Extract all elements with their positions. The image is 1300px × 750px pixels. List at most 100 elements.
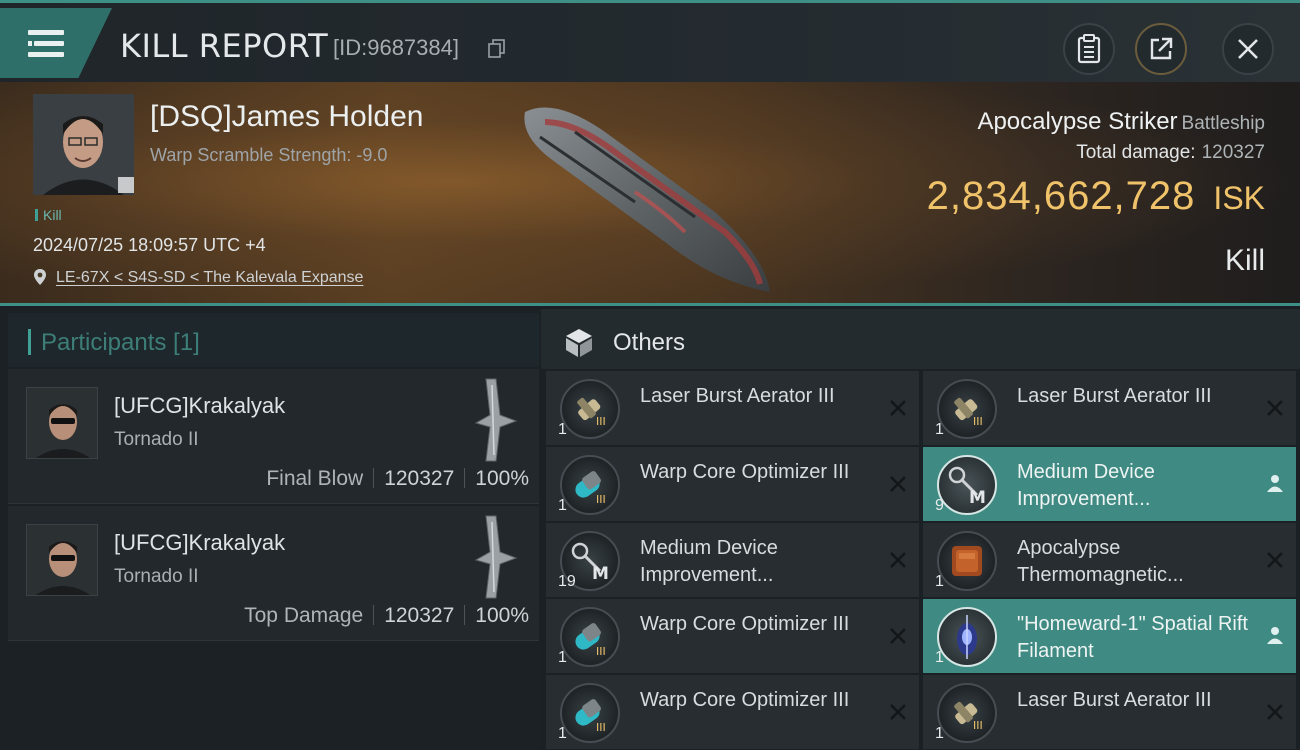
item-quantity: 1 — [935, 725, 944, 742]
item-slot[interactable]: M 19 Medium Device Improvement... — [546, 523, 919, 597]
warp-core-icon: III — [560, 455, 620, 515]
destroyed-x-icon — [1266, 551, 1284, 569]
copy-icon[interactable] — [488, 39, 506, 59]
participant-ship-icon — [474, 378, 518, 462]
participant-ship: Tornado II — [114, 429, 199, 450]
item-slot[interactable]: 1 Apocalypse Thermomagnetic... — [923, 523, 1296, 597]
warp-core-icon: III — [560, 607, 620, 667]
participant-avatar — [27, 525, 97, 595]
header-bar: KILL REPORT [ID:9687384] — [0, 0, 1300, 82]
item-slot[interactable]: III 1 Warp Core Optimizer III — [546, 447, 919, 521]
share-icon — [1150, 37, 1173, 60]
armor-plate-icon — [937, 531, 997, 591]
kill-result: Kill — [1224, 244, 1265, 277]
participant-ship-icon — [474, 515, 518, 599]
destroyed-x-icon — [1266, 703, 1284, 721]
item-name: "Homeward-1" Spatial Rift Filament — [1017, 613, 1248, 662]
item-slot[interactable]: III 1 Warp Core Optimizer III — [546, 599, 919, 673]
item-quantity: 1 — [558, 649, 567, 666]
cube-icon — [566, 329, 592, 357]
kill-id: [ID:9687384] — [333, 35, 459, 60]
item-name: Warp Core Optimizer III — [640, 689, 850, 711]
svg-text:III: III — [596, 645, 606, 658]
item-slot[interactable]: M 9 Medium Device Improvement... — [923, 447, 1296, 521]
participant-name[interactable]: [UFCG]Krakalyak — [114, 530, 285, 556]
warp-core-icon: III — [560, 683, 620, 743]
destroyed-x-icon — [889, 703, 907, 721]
filament-icon — [937, 607, 997, 667]
svg-text:III: III — [973, 415, 983, 428]
item-name: Medium Device Improvement... — [1017, 461, 1155, 510]
item-name: Apocalypse Thermomagnetic... — [1017, 537, 1184, 586]
others-title: Others — [613, 329, 686, 356]
total-damage: Total damage: 120327 — [1076, 142, 1265, 163]
menu-button[interactable] — [0, 8, 112, 78]
victim-ship-render — [524, 107, 770, 292]
victim-name[interactable]: [DSQ]James Holden — [150, 100, 423, 134]
item-name: Warp Core Optimizer III — [640, 613, 850, 635]
kill-timestamp: 2024/07/25 18:09:57 UTC +4 — [33, 235, 266, 255]
item-quantity: 1 — [558, 421, 567, 438]
item-quantity: 1 — [935, 649, 944, 666]
kill-tag: Kill — [35, 207, 62, 223]
participants-header[interactable]: Participants [1] — [8, 313, 539, 367]
participant-ship-art — [456, 375, 526, 465]
close-button[interactable] — [1222, 23, 1274, 75]
item-name: Laser Burst Aerator III — [640, 385, 835, 407]
item-quantity: 19 — [558, 573, 576, 590]
item-quantity: 1 — [935, 421, 944, 438]
participant-ship-art — [456, 512, 526, 602]
clipboard-icon — [1077, 34, 1101, 64]
participant-ship: Tornado II — [114, 566, 199, 587]
item-slot[interactable]: III 1 Warp Core Optimizer III — [546, 675, 919, 749]
item-name: Laser Burst Aerator III — [1017, 385, 1212, 407]
laser-icon: III — [937, 683, 997, 743]
share-button[interactable] — [1135, 23, 1187, 75]
kill-location-link[interactable]: LE-67X < S4S-SD < The Kalevala Expanse — [56, 269, 363, 287]
destroyed-x-icon — [889, 627, 907, 645]
item-quantity: 1 — [558, 497, 567, 514]
item-slot[interactable]: 1 "Homeward-1" Spatial Rift Filament — [923, 599, 1296, 673]
items-panel: Others III 1 Laser Burst Aerator III III… — [541, 309, 1300, 750]
item-slot[interactable]: III 1 Laser Burst Aerator III — [923, 371, 1296, 445]
clipboard-button[interactable] — [1063, 23, 1115, 75]
svg-text:M: M — [969, 488, 986, 508]
page-title: KILL REPORT — [120, 27, 329, 65]
device-icon: M — [937, 455, 997, 515]
person-icon — [1266, 625, 1284, 645]
participants-panel: Participants [1] [UFCG]Krakalyak Tornado… — [0, 309, 541, 750]
svg-text:III: III — [596, 493, 606, 506]
laser-icon: III — [560, 379, 620, 439]
svg-text:M: M — [592, 564, 609, 584]
info-badge-icon[interactable] — [118, 177, 134, 193]
participant-avatar — [27, 388, 97, 458]
participant-stats: Final Blow 120327 100% — [266, 467, 529, 490]
item-quantity: 1 — [935, 573, 944, 590]
person-icon — [1266, 473, 1284, 493]
victim-banner: [DSQ]James Holden Warp Scramble Strength… — [0, 82, 1300, 306]
participant-portrait[interactable] — [26, 387, 98, 459]
others-header: Others — [541, 309, 1300, 369]
item-quantity: 1 — [558, 725, 567, 742]
item-name: Medium Device Improvement... — [640, 537, 778, 586]
item-name: Warp Core Optimizer III — [640, 461, 850, 483]
destroyed-x-icon — [889, 551, 907, 569]
svg-text:III: III — [596, 415, 606, 428]
participant-row[interactable]: [UFCG]Krakalyak Tornado II Top Damage 120… — [8, 506, 539, 641]
menu-icon — [28, 30, 64, 35]
item-slot[interactable]: III 1 Laser Burst Aerator III — [923, 675, 1296, 749]
participant-name[interactable]: [UFCG]Krakalyak — [114, 393, 285, 419]
destroyed-x-icon — [889, 475, 907, 493]
participant-portrait[interactable] — [26, 524, 98, 596]
item-slot[interactable]: III 1 Laser Burst Aerator III — [546, 371, 919, 445]
isk-value: 2,834,662,728 ISK — [926, 174, 1265, 218]
victim-ship-name[interactable]: Apocalypse Striker Battleship — [977, 108, 1265, 136]
participant-row[interactable]: [UFCG]Krakalyak Tornado II Final Blow 120… — [8, 369, 539, 504]
item-name: Laser Burst Aerator III — [1017, 689, 1212, 711]
participants-title: Participants [1] — [41, 329, 200, 356]
destroyed-x-icon — [889, 399, 907, 417]
participant-stats: Top Damage 120327 100% — [244, 604, 529, 627]
laser-icon: III — [937, 379, 997, 439]
destroyed-x-icon — [1266, 399, 1284, 417]
svg-text:III: III — [596, 721, 606, 734]
